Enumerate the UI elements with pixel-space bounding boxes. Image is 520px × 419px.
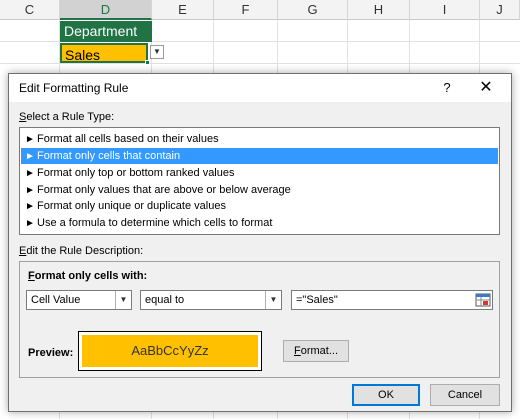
preview-frame: AaBbCcYyZz <box>78 331 262 371</box>
cell-value-combo[interactable]: Cell Value ▼ <box>26 290 132 310</box>
rule-type-list[interactable]: ► Format all cells based on their values … <box>19 127 500 235</box>
rule-type-label: Format only cells that contain <box>37 150 181 162</box>
dialog-title: Edit Formatting Rule <box>19 81 129 95</box>
column-header-j[interactable]: J <box>480 0 520 20</box>
arrow-right-icon: ► <box>25 218 35 229</box>
operator-combo[interactable]: equal to ▼ <box>140 290 282 310</box>
cell-value-combo-value: Cell Value <box>31 294 81 306</box>
rule-type-item[interactable]: ► Use a formula to determine which cells … <box>21 215 498 231</box>
condition-value-input[interactable]: ="Sales" <box>291 290 493 310</box>
rule-type-label: Format only values that are above or bel… <box>37 184 291 196</box>
sales-cell[interactable]: Sales <box>60 43 148 63</box>
arrow-right-icon: ► <box>25 134 35 145</box>
format-button[interactable]: Format... <box>283 340 349 362</box>
range-select-icon[interactable] <box>475 292 491 308</box>
select-rule-type-label: Select a Rule Type: <box>19 111 115 123</box>
column-header-h[interactable]: H <box>348 0 410 20</box>
rule-type-label: Format only top or bottom ranked values <box>37 167 235 179</box>
close-button[interactable]: ✕ <box>475 78 497 98</box>
cancel-button[interactable]: Cancel <box>430 384 500 406</box>
column-header-e[interactable]: E <box>152 0 214 20</box>
rule-type-label: Use a formula to determine which cells t… <box>37 217 273 229</box>
arrow-right-icon: ► <box>25 151 35 162</box>
preview-sample: AaBbCcYyZz <box>82 335 258 367</box>
column-header-g[interactable]: G <box>278 0 348 20</box>
format-only-cells-with-label: Format only cells with: <box>28 270 148 282</box>
edit-formatting-rule-dialog: Edit Formatting Rule ? ✕ Select a Rule T… <box>8 73 512 412</box>
column-header-d[interactable]: D <box>60 0 152 20</box>
rule-type-label: Format only unique or duplicate values <box>37 200 226 212</box>
help-button[interactable]: ? <box>437 78 457 98</box>
dialog-titlebar: Edit Formatting Rule ? ✕ <box>9 74 511 102</box>
rule-type-label: Format all cells based on their values <box>37 133 219 145</box>
fill-handle[interactable] <box>145 60 150 65</box>
rule-type-item[interactable]: ► Format only top or bottom ranked values <box>21 165 498 181</box>
column-header-f[interactable]: F <box>214 0 278 20</box>
department-header-cell[interactable]: Department <box>60 21 152 42</box>
rule-type-item[interactable]: ► Format only values that are above or be… <box>21 182 498 198</box>
rule-type-item[interactable]: ► Format only unique or duplicate values <box>21 198 498 214</box>
arrow-right-icon: ► <box>25 185 35 196</box>
preview-label: Preview: <box>28 347 74 359</box>
arrow-right-icon: ► <box>25 201 35 212</box>
arrow-right-icon: ► <box>25 168 35 179</box>
operator-combo-value: equal to <box>145 294 185 306</box>
chevron-down-icon: ▼ <box>153 47 161 56</box>
edit-description-label: Edit the Rule Description: <box>19 245 144 257</box>
cell-dropdown-button[interactable]: ▼ <box>150 45 164 59</box>
cell-value-combo-button[interactable]: ▼ <box>115 291 131 309</box>
chevron-down-icon: ▼ <box>269 295 278 304</box>
rule-type-item[interactable]: ► Format all cells based on their values <box>21 131 498 147</box>
column-headers: C D E F G H I J <box>0 0 520 20</box>
rule-description-box: Format only cells with: Cell Value ▼ equ… <box>19 261 500 378</box>
chevron-down-icon: ▼ <box>119 295 128 304</box>
column-header-c[interactable]: C <box>0 0 60 20</box>
ok-button[interactable]: OK <box>352 384 420 406</box>
condition-value-text: ="Sales" <box>296 294 338 306</box>
operator-combo-button[interactable]: ▼ <box>265 291 281 309</box>
column-header-i[interactable]: I <box>410 0 480 20</box>
rule-type-item-selected[interactable]: ► Format only cells that contain <box>21 148 498 164</box>
